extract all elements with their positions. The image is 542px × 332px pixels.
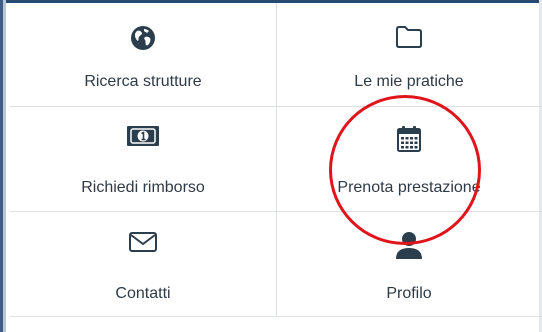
menu-item-profilo[interactable]: Profilo xyxy=(276,211,542,316)
menu-item-prenota-prestazione[interactable]: Prenota prestazione xyxy=(276,106,542,211)
folder-icon xyxy=(396,26,422,48)
menu-item-ricerca-strutture[interactable]: Ricerca strutture xyxy=(10,3,276,106)
menu-item-label: Profilo xyxy=(386,285,432,302)
menu-item-richiedi-rimborso[interactable]: Richiedi rimborso xyxy=(10,106,276,211)
menu-item-contatti[interactable]: Contatti xyxy=(10,211,276,316)
left-border-shadow xyxy=(3,0,6,332)
money-icon xyxy=(127,126,159,146)
row-divider xyxy=(10,106,542,107)
menu-item-label: Contatti xyxy=(115,285,171,302)
app-frame: Ricerca strutture Le mie pratiche Richie… xyxy=(0,0,542,332)
row-divider xyxy=(10,316,542,317)
menu-item-label: Le mie pratiche xyxy=(354,73,464,90)
globe-icon xyxy=(131,26,155,50)
row-divider xyxy=(10,211,542,212)
menu-item-label: Prenota prestazione xyxy=(337,179,481,196)
column-divider xyxy=(276,3,277,316)
menu-item-le-mie-pratiche[interactable]: Le mie pratiche xyxy=(276,3,542,106)
calendar-icon xyxy=(397,126,421,152)
user-icon xyxy=(396,232,422,259)
envelope-icon xyxy=(129,232,157,252)
menu-item-label: Richiedi rimborso xyxy=(81,179,205,196)
menu-item-label: Ricerca strutture xyxy=(84,73,202,90)
